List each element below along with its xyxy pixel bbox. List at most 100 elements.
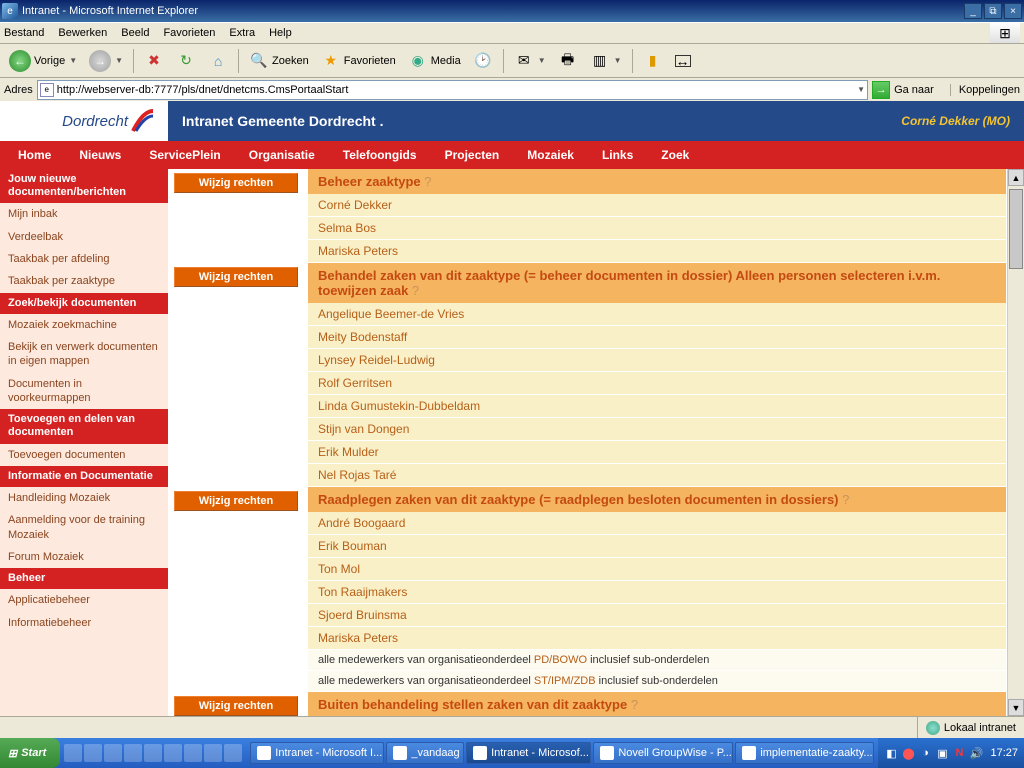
nav-mozaiek[interactable]: Mozaiek	[527, 148, 602, 162]
wijzig-rechten-button[interactable]: Wijzig rechten	[174, 696, 298, 716]
tray-icon[interactable]: ◧	[884, 746, 898, 760]
taskbar-task[interactable]: implementatie-zaakty...	[735, 742, 874, 764]
person-row[interactable]: Rolf Gerritsen	[308, 372, 1006, 395]
taskbar-task[interactable]: Intranet - Microsof...	[466, 742, 591, 764]
menu-file[interactable]: Bestand	[4, 27, 44, 39]
quicklaunch-icon[interactable]	[184, 744, 202, 762]
sidebar-item[interactable]: Mozaiek zoekmachine	[0, 314, 168, 336]
menu-help[interactable]: Help	[269, 27, 292, 39]
print-button[interactable]: 🖶	[553, 47, 583, 75]
person-row[interactable]: Sjoerd Bruinsma	[308, 604, 1006, 627]
quicklaunch-icon[interactable]	[164, 744, 182, 762]
quicklaunch-icon[interactable]	[64, 744, 82, 762]
address-input[interactable]: e ▼	[37, 80, 868, 100]
search-button[interactable]: 🔍Zoeken	[244, 47, 314, 75]
forward-button[interactable]: → ▼	[84, 47, 128, 75]
person-row[interactable]: Erik Bouman	[308, 535, 1006, 558]
quicklaunch-icon[interactable]	[204, 744, 222, 762]
nav-nieuws[interactable]: Nieuws	[79, 148, 149, 162]
sidebar-item[interactable]: Toevoegen documenten	[0, 444, 168, 466]
nav-home[interactable]: Home	[12, 148, 79, 162]
intranet-zone-icon	[926, 721, 940, 735]
close-button[interactable]: ×	[1004, 3, 1022, 19]
media-button[interactable]: ◉Media	[403, 47, 466, 75]
person-row[interactable]: Mariska Peters	[308, 240, 1006, 263]
tray-icon[interactable]: 🔊	[969, 746, 983, 760]
person-row[interactable]: Stijn van Dongen	[308, 418, 1006, 441]
scroll-thumb[interactable]	[1009, 189, 1023, 269]
quicklaunch-icon[interactable]	[104, 744, 122, 762]
person-row[interactable]: Mariska Peters	[308, 627, 1006, 650]
scrollbar[interactable]: ▲ ▼	[1007, 169, 1024, 716]
sidebar-item[interactable]: Mijn inbak	[0, 203, 168, 225]
start-button[interactable]: ⊞ Start	[0, 738, 60, 768]
sidebar-item[interactable]: Taakbak per afdeling	[0, 248, 168, 270]
sidebar-item[interactable]: Applicatiebeheer	[0, 589, 168, 611]
quicklaunch-icon[interactable]	[144, 744, 162, 762]
sidebar-item[interactable]: Taakbak per zaaktype	[0, 270, 168, 292]
person-row[interactable]: Nel Rojas Taré	[308, 464, 1006, 487]
folder-button[interactable]: ▮	[638, 47, 668, 75]
quicklaunch-icon[interactable]	[84, 744, 102, 762]
menu-favorites[interactable]: Favorieten	[163, 27, 215, 39]
menu-view[interactable]: Beeld	[121, 27, 149, 39]
person-row[interactable]: Ton Raaijmakers	[308, 581, 1006, 604]
home-button[interactable]: ⌂	[203, 47, 233, 75]
wijzig-rechten-button[interactable]: Wijzig rechten	[174, 267, 298, 287]
nav-links[interactable]: Links	[602, 148, 661, 162]
stop-button[interactable]: ✖	[139, 47, 169, 75]
quicklaunch-icon[interactable]	[124, 744, 142, 762]
restore-button[interactable]: ⧉	[984, 3, 1002, 19]
address-dropdown-icon[interactable]: ▼	[857, 85, 865, 94]
sidebar-item[interactable]: Forum Mozaiek	[0, 546, 168, 568]
minimize-button[interactable]: _	[964, 3, 982, 19]
person-row[interactable]: Angelique Beemer-de Vries	[308, 303, 1006, 326]
favorites-button[interactable]: ★Favorieten	[316, 47, 401, 75]
person-row[interactable]: Corné Dekker	[308, 194, 1006, 217]
wijzig-rechten-button[interactable]: Wijzig rechten	[174, 491, 298, 511]
address-field[interactable]	[57, 84, 856, 96]
history-button[interactable]: 🕑	[468, 47, 498, 75]
sidebar-item[interactable]: Informatiebeheer	[0, 612, 168, 634]
sidebar-item[interactable]: Bekijk en verwerk documenten in eigen ma…	[0, 336, 168, 373]
sidebar-item[interactable]: Aanmelding voor de training Mozaiek	[0, 509, 168, 546]
section-title: Raadplegen zaken van dit zaaktype (= raa…	[308, 487, 1006, 512]
person-row[interactable]: Linda Gumustekin-Dubbeldam	[308, 395, 1006, 418]
sidebar-item[interactable]: Verdeelbak	[0, 226, 168, 248]
person-row[interactable]: Selma Bos	[308, 217, 1006, 240]
nav-serviceplein[interactable]: ServicePlein	[149, 148, 248, 162]
nav-zoek[interactable]: Zoek	[661, 148, 717, 162]
person-row[interactable]: Ton Mol	[308, 558, 1006, 581]
person-row[interactable]: Lynsey Reidel-Ludwig	[308, 349, 1006, 372]
back-button[interactable]: ← Vorige ▼	[4, 47, 82, 75]
wijzig-rechten-button[interactable]: Wijzig rechten	[174, 173, 298, 193]
tray-icon[interactable]: ◑	[918, 746, 932, 760]
links-label[interactable]: Koppelingen	[950, 84, 1020, 96]
fullscreen-button[interactable]: ↔	[670, 47, 696, 75]
clock[interactable]: 17:27	[986, 747, 1018, 759]
nav-projecten[interactable]: Projecten	[445, 148, 528, 162]
sidebar-section-header: Zoek/bekijk documenten	[0, 293, 168, 314]
taskbar-task[interactable]: _vandaag	[386, 742, 464, 764]
tray-icon[interactable]: ⬤	[901, 746, 915, 760]
quicklaunch-icon[interactable]	[224, 744, 242, 762]
nav-organisatie[interactable]: Organisatie	[249, 148, 343, 162]
scroll-up-icon[interactable]: ▲	[1008, 169, 1024, 186]
edit-button[interactable]: ▥▼	[585, 47, 627, 75]
taskbar-task[interactable]: Novell GroupWise - P...	[593, 742, 733, 764]
taskbar-task[interactable]: Intranet - Microsoft I...	[250, 742, 384, 764]
sidebar-item[interactable]: Documenten in voorkeurmappen	[0, 373, 168, 410]
tray-icon[interactable]: ▣	[935, 746, 949, 760]
menu-edit[interactable]: Bewerken	[58, 27, 107, 39]
person-row[interactable]: André Boogaard	[308, 512, 1006, 535]
tray-icon[interactable]: N	[952, 746, 966, 760]
person-row[interactable]: Meity Bodenstaff	[308, 326, 1006, 349]
person-row[interactable]: Erik Mulder	[308, 441, 1006, 464]
nav-telefoongids[interactable]: Telefoongids	[343, 148, 445, 162]
go-button[interactable]: →	[872, 81, 890, 99]
menu-extra[interactable]: Extra	[229, 27, 255, 39]
mail-button[interactable]: ✉▼	[509, 47, 551, 75]
sidebar-item[interactable]: Handleiding Mozaiek	[0, 487, 168, 509]
scroll-down-icon[interactable]: ▼	[1008, 699, 1024, 716]
refresh-button[interactable]: ↻	[171, 47, 201, 75]
